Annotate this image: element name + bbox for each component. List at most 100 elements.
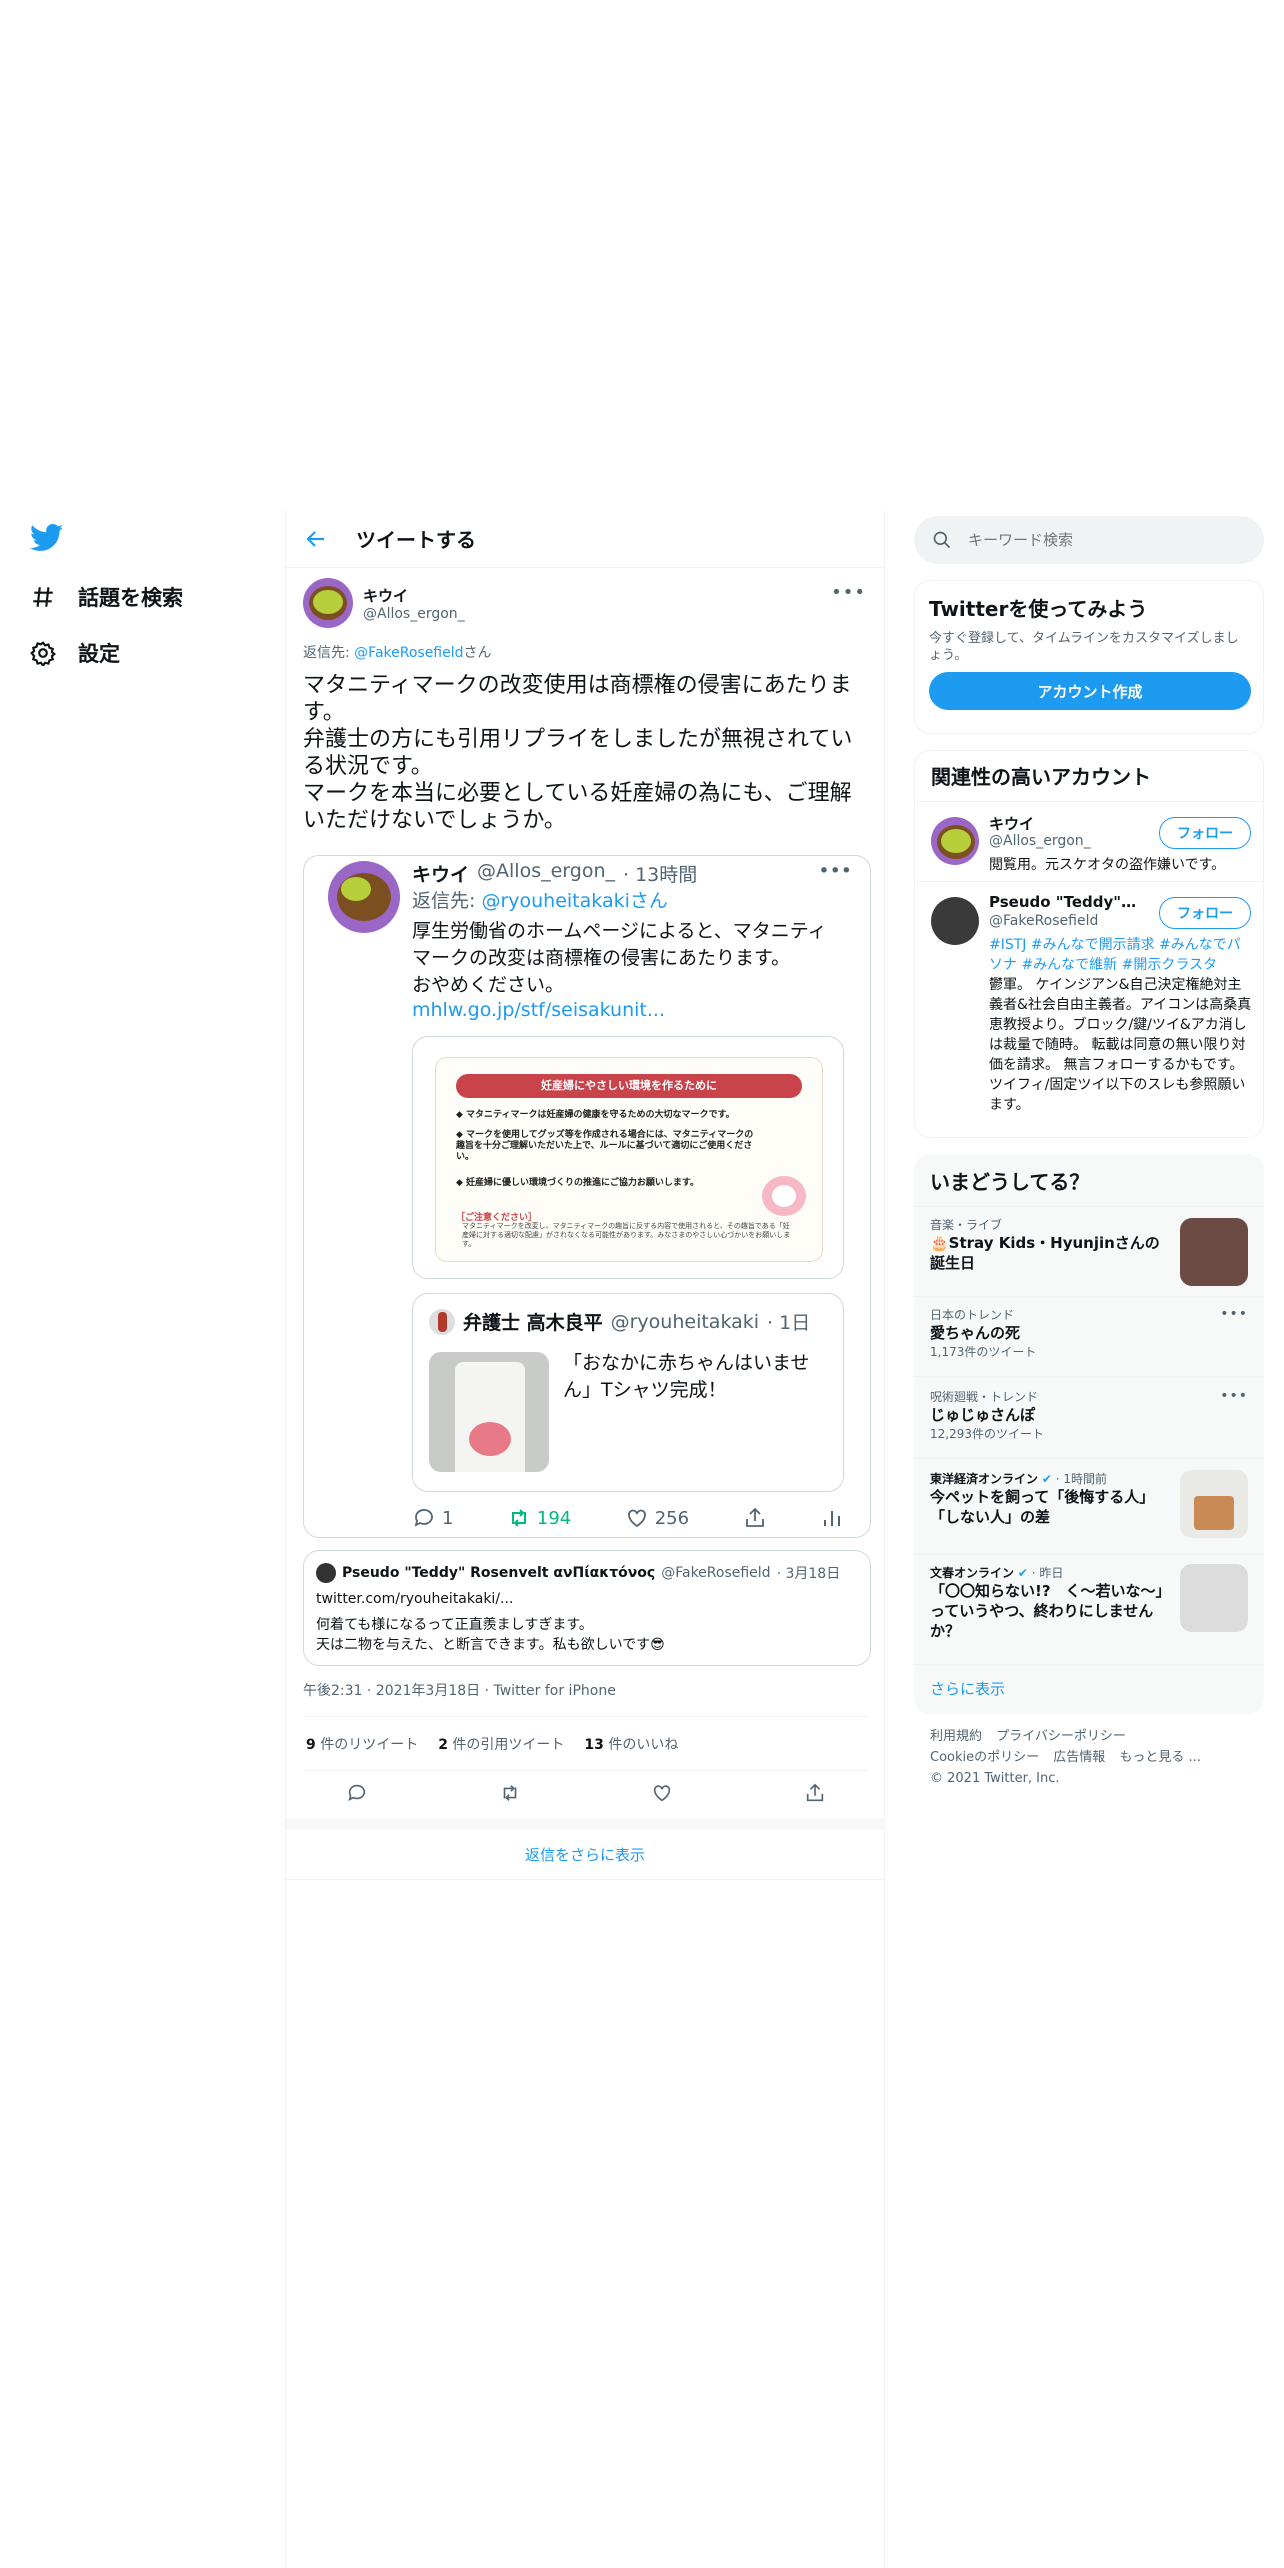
tweet-author[interactable]: キウイ @Allos_ergon_ xyxy=(303,578,465,628)
right-sidebar: Twitterを使ってみよう 今すぐ登録して、タイムラインをカスタマイズしましょ… xyxy=(914,516,1265,1789)
poster-line-2: ◆ マークを使用してグッズ等を作成される場合には、マタニティマークの趣旨を十分ご… xyxy=(456,1130,754,1162)
quoted-link[interactable]: mhlw.go.jp/stf/seisakunit... xyxy=(412,999,665,1021)
account-handle[interactable]: @FakeRosefield xyxy=(989,913,1098,929)
author-name[interactable]: キウイ xyxy=(363,585,465,606)
quoted2-header: Pseudo "Teddy" Rosenvelt ανΠίακτόνος @Fa… xyxy=(316,1563,864,1583)
retweet-count: 194 xyxy=(536,1507,572,1529)
trend-item[interactable]: 東洋経済オンライン ✔ · 1時間前 今ペットを飼って「後悔する人」「しない人」… xyxy=(930,1470,1248,1538)
search-box[interactable] xyxy=(914,516,1264,564)
retweet-icon[interactable] xyxy=(499,1782,521,1804)
show-more-trends-link[interactable]: さらに表示 xyxy=(930,1678,1005,1699)
quoted-avatar[interactable] xyxy=(328,861,400,933)
verified-icon: ✔ xyxy=(1017,1566,1028,1580)
poster-line-1: ◆ マタニティマークは妊産婦の健康を守るための大切なマークです。 xyxy=(456,1110,735,1120)
account-handle[interactable]: @Allos_ergon_ xyxy=(989,833,1091,849)
search-icon xyxy=(933,531,951,549)
account-avatar[interactable] xyxy=(931,897,979,945)
trend-thumbnail[interactable] xyxy=(1180,1564,1248,1632)
trend-item[interactable]: 音楽・ライブ 🎂Stray Kids・Hyunjinさんの誕生日 xyxy=(930,1216,1248,1286)
likes-count: 13 xyxy=(584,1737,604,1753)
tweet-stats: 9 件のリツイート 2 件の引用ツイート 13 件のいいね xyxy=(306,1734,678,1754)
signup-box: Twitterを使ってみよう 今すぐ登録して、タイムラインをカスタマイズしましょ… xyxy=(914,580,1264,734)
quoted-author-handle[interactable]: @Allos_ergon_ xyxy=(477,860,615,887)
trend-item[interactable]: 日本のトレンド 愛ちゃんの死 1,173件のツイート ••• xyxy=(930,1306,1248,1360)
follow-button[interactable]: フォロー xyxy=(1159,897,1251,929)
tshirt-photo[interactable] xyxy=(429,1352,549,1472)
quoted2-link[interactable]: twitter.com/ryouheitakaki/... xyxy=(316,1591,513,1607)
footer-link-ads[interactable]: 広告情報 xyxy=(1053,1750,1105,1765)
share-icon xyxy=(745,1507,764,1527)
trend-title: 🎂Stray Kids・Hyunjinさんの誕生日 xyxy=(930,1234,1160,1272)
page-title: ツイートする xyxy=(356,528,476,552)
create-account-button[interactable]: アカウント作成 xyxy=(929,672,1251,710)
trends-title: いまどうしてる？ xyxy=(930,1170,1090,1194)
more-options-icon[interactable]: ••• xyxy=(831,582,866,603)
like-button[interactable]: 256 xyxy=(625,1506,689,1530)
share-icon[interactable] xyxy=(804,1782,826,1804)
show-more-replies-button[interactable]: 返信をさらに表示 xyxy=(286,1830,884,1880)
inner-quoted-tweet[interactable]: 弁護士 高木良平 @ryouheitakaki · 1日 「おなかに赤ちゃんはい… xyxy=(412,1293,844,1492)
quoted2-time: · 3月18日 xyxy=(776,1566,841,1582)
account-name[interactable]: キウイ xyxy=(989,813,1139,834)
account-name[interactable]: Pseudo "Teddy" Ros... xyxy=(989,893,1139,911)
quoted2-avatar[interactable] xyxy=(316,1563,336,1583)
trend-time: · 昨日 xyxy=(1031,1566,1064,1580)
trend-more-icon[interactable]: ••• xyxy=(1220,1388,1248,1404)
avatar[interactable] xyxy=(303,578,353,628)
back-arrow-icon[interactable] xyxy=(304,527,328,551)
reply-icon[interactable] xyxy=(346,1782,368,1804)
inner-quote-text: 「おなかに赤ちゃんはいません」Tシャツ完成！ xyxy=(563,1352,810,1401)
trend-context: 呪術廻戦・トレンド xyxy=(930,1390,1039,1404)
trend-thumbnail[interactable] xyxy=(1180,1218,1248,1286)
retweets-stat[interactable]: 9 件のリツイート xyxy=(306,1734,418,1754)
tweet-timestamp[interactable]: 午後2:31 · 2021年3月18日 · Twitter for iPhone xyxy=(303,1680,616,1700)
nav-settings[interactable]: 設定 xyxy=(30,638,120,668)
footer-link-terms[interactable]: 利用規約 xyxy=(930,1729,982,1744)
heart-icon[interactable] xyxy=(651,1782,673,1804)
trend-more-icon[interactable]: ••• xyxy=(1220,1306,1248,1322)
retweet-icon xyxy=(511,1509,526,1527)
trend-item[interactable]: 文春オンライン ✔ · 昨日 「〇〇知らない!? く～若いな～」っていうやつ、終… xyxy=(930,1564,1248,1641)
copyright: © 2021 Twitter, Inc. xyxy=(930,1771,1060,1786)
signup-title: Twitterを使ってみよう xyxy=(929,597,1148,621)
account-avatar[interactable] xyxy=(931,817,979,865)
author-handle[interactable]: @Allos_ergon_ xyxy=(363,606,465,622)
account-bio-tags[interactable]: #ISTJ #みんなで開示請求 #みんなでパソナ #みんなで維新 #開示クラスタ xyxy=(989,935,1253,975)
quoted2-author[interactable]: Pseudo "Teddy" Rosenvelt ανΠίακτόνος xyxy=(342,1565,655,1581)
quoted2-handle[interactable]: @FakeRosefield xyxy=(661,1565,770,1581)
link-card-image[interactable]: 妊産婦にやさしい環境を作るために ◆ マタニティマークは妊産婦の健康を守るための… xyxy=(412,1036,844,1279)
retweet-button[interactable]: 194 xyxy=(507,1506,571,1530)
quoted-tweet-card[interactable]: キウイ @Allos_ergon_ · 13時間 ••• 返信先: @ryouh… xyxy=(303,855,871,1538)
inner-quote-handle[interactable]: @ryouheitakaki xyxy=(611,1311,759,1333)
inner-quote-author[interactable]: 弁護士 高木良平 xyxy=(463,1308,603,1335)
like-count: 256 xyxy=(654,1507,690,1529)
quotes-stat[interactable]: 2 件の引用ツイート xyxy=(438,1734,564,1754)
footer-link-privacy[interactable]: プライバシーポリシー xyxy=(996,1729,1126,1744)
follow-button[interactable]: フォロー xyxy=(1159,817,1251,849)
quoted-reply-handle[interactable]: @ryouheitakakiさん xyxy=(481,890,667,912)
reply-handle-link[interactable]: @FakeRosefield xyxy=(354,645,463,661)
footer-link-more[interactable]: もっと見る ... xyxy=(1119,1750,1201,1765)
likes-stat[interactable]: 13 件のいいね xyxy=(584,1734,678,1754)
trend-title: じゅじゅさんぽ xyxy=(930,1406,1036,1424)
footer: 利用規約 プライバシーポリシー Cookieのポリシー 広告情報 もっと見る .… xyxy=(914,1726,1264,1789)
likes-label: 件のいいね xyxy=(603,1737,679,1753)
quotes-label: 件の引用ツイート xyxy=(447,1737,565,1753)
inner-quote-header: 弁護士 高木良平 @ryouheitakaki · 1日 xyxy=(429,1308,839,1335)
quoted-more-icon[interactable]: ••• xyxy=(818,860,852,887)
reply-suffix: さん xyxy=(463,645,492,661)
nav-explore[interactable]: 話題を検索 xyxy=(30,582,183,612)
search-input[interactable] xyxy=(968,531,1208,549)
twitter-logo-icon[interactable] xyxy=(30,524,64,552)
reply-to: 返信先: @FakeRosefieldさん xyxy=(303,642,492,662)
quoted-author-name[interactable]: キウイ xyxy=(412,860,469,887)
trend-item[interactable]: 呪術廻戦・トレンド じゅじゅさんぽ 12,293件のツイート ••• xyxy=(930,1388,1248,1442)
share-button[interactable] xyxy=(743,1506,767,1530)
quoted-tweet-2[interactable]: Pseudo "Teddy" Rosenvelt ανΠίακτόνος @Fa… xyxy=(303,1550,871,1666)
footer-link-cookies[interactable]: Cookieのポリシー xyxy=(930,1750,1039,1765)
reply-button[interactable]: 1 xyxy=(412,1506,453,1530)
quoted-time: · 13時間 xyxy=(623,864,698,886)
analytics-button[interactable] xyxy=(820,1506,844,1530)
inner-quote-avatar[interactable] xyxy=(429,1308,455,1335)
trend-thumbnail[interactable] xyxy=(1180,1470,1248,1538)
